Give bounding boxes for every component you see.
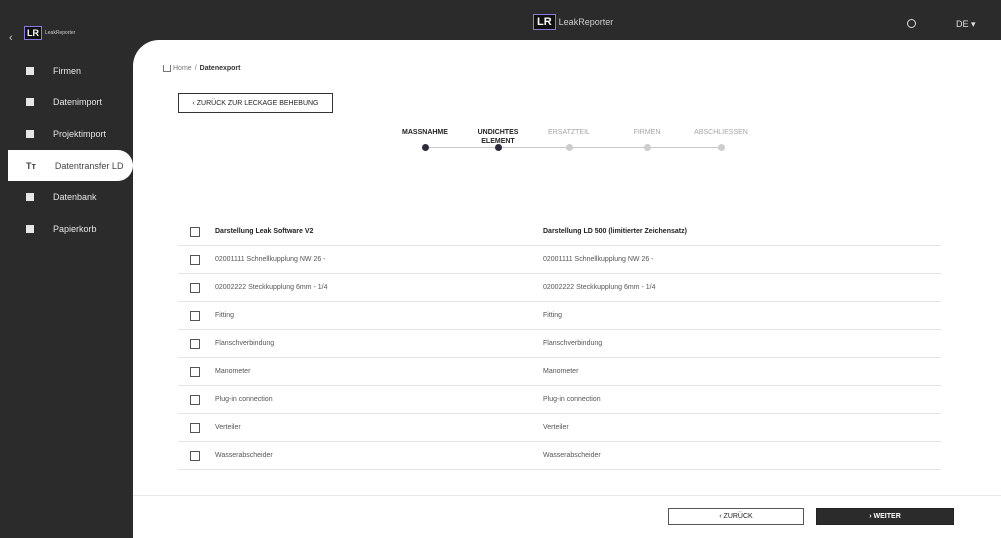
cell-ld500: Wasserabscheider [543, 452, 601, 459]
table-row[interactable]: Fitting Fitting [178, 302, 941, 330]
sidebar-item-datenbank[interactable]: Datenbank [8, 181, 133, 213]
header-logo[interactable]: LR LeakReporter [533, 14, 613, 30]
language-selector[interactable]: DE ▾ [956, 19, 976, 30]
zurueck-button[interactable]: ‹ ZURÜCK [668, 508, 804, 525]
sidebar-item-projektimport[interactable]: Projektimport [8, 118, 133, 150]
breadcrumb-home[interactable]: Home [173, 65, 192, 72]
user-account-icon[interactable] [907, 19, 916, 28]
cell-leak-software: 02001111 Schnellkupplung NW 26 - [215, 256, 326, 263]
sidebar-nav: Firmen Datenimport Projektimport Tт Date… [8, 55, 133, 245]
cell-leak-software: Manometer [215, 368, 251, 375]
cell-leak-software: Plug-in connection [215, 396, 273, 403]
trash-icon [26, 224, 34, 233]
home-icon[interactable] [163, 65, 171, 72]
main-content: Home / Datenexport ‹ ZURÜCK ZUR LECKAGE … [133, 40, 1001, 538]
row-checkbox[interactable] [190, 394, 200, 405]
table-row[interactable]: Wasserabscheider Wasserabscheider [178, 442, 941, 470]
step-dot [717, 144, 725, 151]
mapping-table: Darstellung Leak Software V2 Darstellung… [178, 218, 941, 470]
logo-text: LeakReporter [45, 30, 76, 36]
table-row[interactable]: Verteiler Verteiler [178, 414, 941, 442]
step-massnahme: MASSNAHME [402, 129, 448, 136]
column-header-ld500: Darstellung LD 500 (limitierter Zeichens… [543, 228, 687, 235]
step-ersatzteil: ERSATZTEIL [548, 129, 590, 136]
cell-leak-software: Wasserabscheider [215, 452, 273, 459]
cell-ld500: Flanschverbindung [543, 340, 603, 347]
sidebar-item-firmen[interactable]: Firmen [8, 55, 133, 87]
text-size-icon: Tт [26, 160, 36, 171]
table-row[interactable]: 02001111 Schnellkupplung NW 26 - 0200111… [178, 246, 941, 274]
cell-ld500: Fitting [543, 312, 563, 319]
logo-text: LeakReporter [558, 17, 614, 27]
breadcrumb-current: Datenexport [199, 65, 241, 72]
cell-leak-software: 02002222 Steckkupplung 6mm - 1/4 [215, 284, 328, 291]
logo-mark: LR [24, 26, 42, 40]
cell-leak-software: Flanschverbindung [215, 340, 275, 347]
select-all-checkbox[interactable] [190, 226, 200, 237]
row-checkbox[interactable] [190, 450, 200, 461]
sidebar-item-label: Datenimport [53, 97, 103, 108]
cell-ld500: Manometer [543, 368, 579, 375]
step-dot [565, 144, 573, 151]
row-checkbox[interactable] [190, 254, 200, 265]
cell-ld500: Verteiler [543, 424, 569, 431]
sidebar-item-datentransfer-ld[interactable]: Tт Datentransfer LD [8, 149, 133, 182]
row-checkbox[interactable] [190, 282, 200, 293]
sidebar-item-label: Firmen [53, 65, 82, 76]
logo-mark: LR [533, 14, 556, 30]
column-header-leak-software: Darstellung Leak Software V2 [215, 228, 314, 235]
cell-ld500: 02001111 Schnellkupplung NW 26 - [543, 256, 654, 263]
breadcrumb: Home / Datenexport [163, 65, 240, 72]
row-checkbox[interactable] [190, 366, 200, 377]
sidebar-item-label: Datentransfer LD [54, 160, 124, 171]
step-abschliessen: ABSCHLIESSEN [694, 129, 748, 136]
cell-leak-software: Verteiler [215, 424, 241, 431]
sidebar-item-label: Datenbank [53, 192, 97, 203]
table-row[interactable]: Manometer Manometer [178, 358, 941, 386]
sidebar-item-datenimport[interactable]: Datenimport [8, 87, 133, 119]
table-row[interactable]: Plug-in connection Plug-in connection [178, 386, 941, 414]
collapse-sidebar-icon[interactable]: ‹ [9, 32, 13, 44]
sidebar-item-label: Projektimport [53, 128, 107, 139]
database-icon [26, 193, 34, 202]
breadcrumb-separator: / [194, 65, 197, 72]
step-dot [421, 144, 429, 151]
row-checkbox[interactable] [190, 422, 200, 433]
step-firmen: FIRMEN [633, 129, 661, 136]
weiter-button[interactable]: › WEITER [816, 508, 954, 525]
briefcase-icon [26, 129, 34, 138]
sidebar-item-label: Papierkorb [53, 223, 97, 234]
sidebar-logo[interactable]: LR LeakReporter [24, 26, 75, 40]
sidebar-item-papierkorb[interactable]: Papierkorb [8, 213, 133, 245]
step-dot [494, 144, 502, 151]
back-to-leak-fix-button[interactable]: ‹ ZURÜCK ZUR LECKAGE BEHEBUNG [178, 93, 333, 113]
table-row[interactable]: Flanschverbindung Flanschverbindung [178, 330, 941, 358]
cell-ld500: Plug-in connection [543, 396, 601, 403]
row-checkbox[interactable] [190, 338, 200, 349]
row-checkbox[interactable] [190, 310, 200, 321]
step-dot [643, 144, 651, 151]
building-icon [26, 66, 34, 75]
import-icon [26, 98, 34, 107]
cell-leak-software: Fitting [215, 312, 235, 319]
table-header-row: Darstellung Leak Software V2 Darstellung… [178, 218, 941, 246]
table-row[interactable]: 02002222 Steckkupplung 6mm - 1/4 0200222… [178, 274, 941, 302]
cell-ld500: 02002222 Steckkupplung 6mm - 1/4 [543, 284, 656, 291]
